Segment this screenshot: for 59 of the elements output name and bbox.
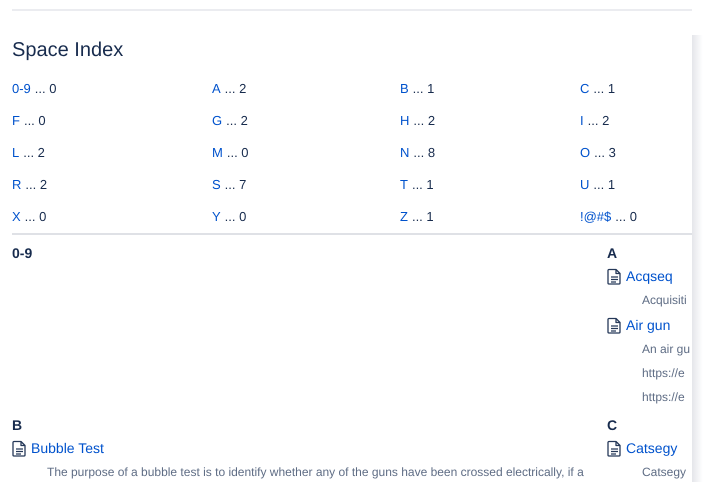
page-link[interactable]: Acqseq xyxy=(626,266,673,286)
index-count: ... 2 xyxy=(226,112,248,130)
index-count: ... 0 xyxy=(34,80,56,98)
index-letter-link[interactable]: I xyxy=(580,111,584,131)
section-heading: B xyxy=(12,416,24,435)
index-letter-link[interactable]: A xyxy=(212,79,221,99)
index-count: ... 0 xyxy=(24,208,46,226)
page-link[interactable]: Catsegy xyxy=(626,438,678,458)
index-count: ... 2 xyxy=(25,176,48,194)
page-excerpt: https://e xyxy=(641,389,686,406)
index-count: ... 7 xyxy=(224,176,246,194)
index-count: ... 1 xyxy=(412,176,434,194)
page-excerpt: The purpose of a bubble test is to identify whether any of the guns have been crossed electrically, if a xyxy=(46,464,585,481)
page-excerpt: Acquisiti xyxy=(641,292,688,309)
document-icon xyxy=(607,316,622,334)
index-letter-link[interactable]: C xyxy=(580,79,590,99)
page-link[interactable]: Bubble Test xyxy=(31,438,104,458)
index-count: ... 2 xyxy=(413,112,436,130)
index-letter-link[interactable]: N xyxy=(400,143,410,163)
index-letter-link[interactable]: O xyxy=(580,143,590,163)
index-count: ... 3 xyxy=(594,144,616,162)
index-letter-link[interactable]: R xyxy=(12,175,22,195)
document-icon xyxy=(607,440,622,456)
index-letter-link[interactable]: 0-9 xyxy=(12,79,31,99)
index-letter-link[interactable]: L xyxy=(12,143,20,163)
index-letter-link[interactable]: X xyxy=(12,207,21,227)
index-count: ... 0 xyxy=(226,144,249,162)
page-excerpt: Catsegy xyxy=(641,464,688,481)
index-count: ... 1 xyxy=(412,80,434,98)
index-letter-link[interactable]: F xyxy=(12,111,20,131)
index-count: ... 8 xyxy=(413,144,436,162)
index-letter-link[interactable]: Y xyxy=(212,207,221,227)
index-letter-link[interactable]: T xyxy=(400,175,408,195)
section-heading: A xyxy=(607,244,618,263)
index-letter-link[interactable]: S xyxy=(212,175,221,195)
index-count: ... 1 xyxy=(593,80,616,98)
index-count: ... 0 xyxy=(24,112,46,130)
index-count: ... 2 xyxy=(23,144,45,162)
index-letter-link[interactable]: Z xyxy=(400,207,408,227)
index-count: ... 2 xyxy=(224,80,246,98)
section-heading: C xyxy=(607,416,618,435)
index-letter-link[interactable]: H xyxy=(400,111,410,131)
page-excerpt: An air gu xyxy=(641,341,692,358)
index-count: ... 1 xyxy=(593,176,616,194)
document-icon xyxy=(12,440,27,456)
index-letter-link[interactable]: B xyxy=(400,79,409,99)
index-letter-link[interactable]: U xyxy=(580,175,590,195)
index-letter-link[interactable]: G xyxy=(212,111,222,131)
section-heading: 0-9 xyxy=(12,244,34,263)
index-count: ... 2 xyxy=(588,112,610,130)
page-excerpt: https://e xyxy=(641,365,686,382)
index-count: ... 0 xyxy=(615,208,637,226)
index-count: ... 1 xyxy=(412,208,434,226)
index-letter-link[interactable]: !@#$ xyxy=(580,207,612,227)
index-count: ... 0 xyxy=(224,208,246,226)
document-icon xyxy=(607,268,622,284)
page-title: Space Index xyxy=(12,38,124,63)
page-link[interactable]: Air gun xyxy=(626,314,670,336)
index-letter-link[interactable]: M xyxy=(212,143,223,163)
